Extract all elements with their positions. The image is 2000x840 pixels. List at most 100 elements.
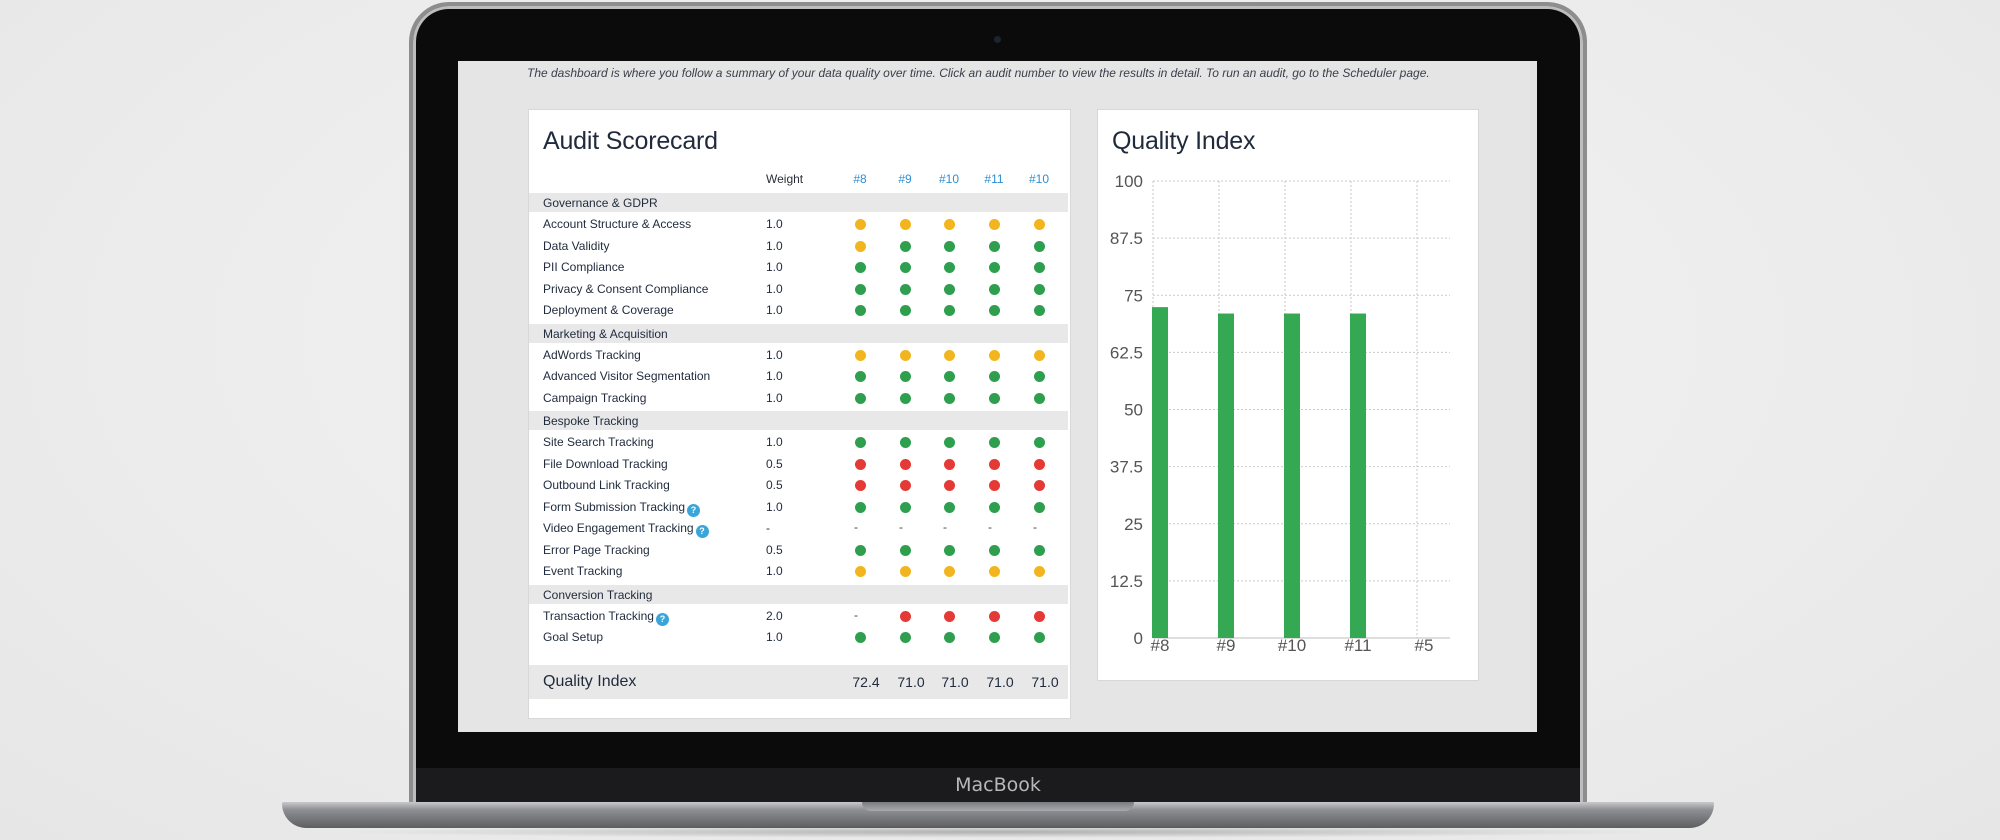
status-dot-green [943,392,955,404]
audit-header-link[interactable]: #10 [929,172,969,186]
row-label: Site Search Tracking [543,435,654,449]
section-header: Conversion Tracking [529,584,1068,604]
row-label-text: File Download Tracking [543,456,668,471]
scorecard-row: Video Engagement Tracking? - - - - - - [529,518,1068,539]
row-weight: - [766,521,770,535]
row-weight: 1.0 [766,281,783,296]
status-dot-green [1033,632,1045,643]
status-dot-yellow [1033,219,1045,230]
status-dot-yellow [943,219,955,230]
scorecard-row: Campaign Tracking 1.0 [529,388,1068,409]
scorecard-row: Event Tracking 1.0 [529,561,1068,582]
status-dot-green [899,632,911,643]
x-tick-label[interactable]: #8 [1151,636,1170,655]
status-dot-green [854,305,866,316]
intro-text: The dashboard is where you follow a summ… [527,66,1430,80]
scorecard-row: Deployment & Coverage 1.0 [529,300,1068,321]
status-dot-red [1033,480,1045,491]
quality-index-label: Quality Index [543,673,637,690]
status-dot-green [899,544,911,556]
x-tick-label[interactable]: #9 [1217,636,1236,655]
status-dot-yellow [988,219,1000,230]
scorecard-row: Site Search Tracking 1.0 [529,432,1068,453]
x-tick-label[interactable]: #5 [1415,636,1434,655]
status-dot-yellow [943,349,955,361]
audit-header-link[interactable]: #8 [840,172,880,186]
y-tick-label: 87.5 [1110,229,1143,248]
weight-header: Weight [766,172,804,186]
row-label-text: Account Structure & Access [543,217,692,231]
status-dot-yellow [854,349,866,361]
status-dot-green [988,392,1000,404]
row-label-text: Form Submission Tracking [543,499,686,514]
status-dot-green [988,437,1000,448]
status-dot-green [854,283,866,295]
row-label: Account Structure & Access [543,217,691,231]
row-label: Transaction Tracking? [543,609,669,626]
help-icon[interactable]: ? [687,503,701,517]
y-tick-label: 25 [1124,515,1143,534]
status-dot-red [943,480,955,491]
quality-index-value: 71.0 [986,674,1014,690]
x-tick-label[interactable]: #11 [1344,636,1371,655]
bar[interactable] [1152,307,1168,638]
status-dot-green [1033,240,1045,252]
row-weight: 1.0 [766,499,783,514]
row-weight: 1.0 [766,217,783,231]
status-empty: - [943,520,947,534]
status-dot-green [943,305,955,316]
y-tick-label: 12.5 [1110,572,1143,591]
status-dot-green [899,305,911,316]
row-weight: 1.0 [766,303,783,317]
status-dot-yellow [1033,349,1045,361]
scorecard-row: Error Page Tracking 0.5 [529,540,1068,561]
brand-label: MacBook [955,774,1041,796]
status-dot-green [1033,501,1045,513]
scorecard-row: Data Validity 1.0 [529,236,1068,257]
status-dot-red [1033,610,1045,622]
quality-index-chart: 0 12.5 25 37.5 50 62.5 75 87.5 100 #8 #9 #10 #11 #5 [1110,172,1450,655]
status-dot-green [988,262,1000,273]
status-dot-red [943,458,955,470]
row-weight: 0.5 [766,456,783,471]
bar[interactable] [1284,313,1300,638]
status-dot-green [943,437,955,448]
y-tick-label: 100 [1115,172,1143,191]
status-dot-green [1033,371,1045,382]
row-label: AdWords Tracking [543,348,641,362]
status-dot-red [988,610,1000,622]
y-tick-label: 50 [1124,401,1143,420]
row-label: Data Validity [543,239,609,253]
help-icon[interactable]: ? [695,525,709,538]
row-weight: 1.0 [766,564,783,578]
help-icon[interactable]: ? [655,612,669,626]
scorecard-row: File Download Tracking 0.5 [529,454,1068,475]
status-empty: - [988,520,992,534]
row-weight: 1.0 [766,390,783,405]
row-label-text: Data Validity [543,238,610,253]
status-dot-yellow [899,349,911,361]
audit-header-link[interactable]: #10 [1019,172,1059,186]
status-dot-green [988,544,1000,556]
audit-header-link[interactable]: #9 [885,172,925,186]
status-dot-green [943,501,955,513]
scorecard-row: Transaction Tracking? 2.0 - [529,606,1068,627]
status-dot-green [899,437,911,448]
audit-header-link[interactable]: #11 [974,172,1014,186]
status-dot-green [988,501,1000,513]
quality-index-title: Quality Index [1112,127,1256,155]
row-weight: 1.0 [766,260,783,274]
row-label: Event Tracking [543,564,622,578]
status-dot-green [988,371,1000,382]
bar[interactable] [1350,313,1366,638]
status-dot-green [854,437,866,448]
x-tick-label[interactable]: #10 [1278,636,1306,655]
row-label: Goal Setup [543,630,603,644]
status-dot-green [988,632,1000,643]
scorecard-row: Outbound Link Tracking 0.5 [529,475,1068,496]
status-dot-green [854,501,866,513]
y-tick-label: 62.5 [1110,343,1143,362]
bar[interactable] [1218,313,1234,638]
status-empty: - [854,520,858,534]
laptop-notch [862,802,1134,811]
